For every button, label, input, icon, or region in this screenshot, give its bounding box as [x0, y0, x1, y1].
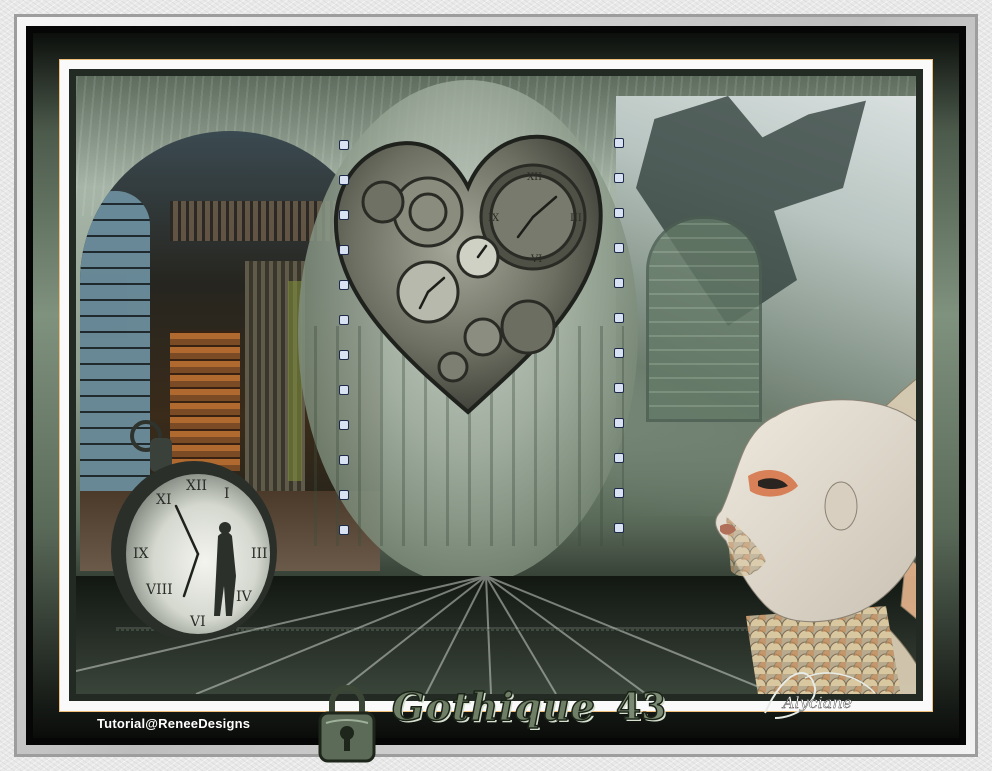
- svg-text:XI: XI: [156, 492, 172, 508]
- svg-text:I: I: [224, 486, 230, 502]
- scene: XII III VI IX XII III VI IX I XI VIII IV: [76, 76, 916, 694]
- credit-text: Tutorial@ReneeDesigns: [97, 716, 251, 731]
- svg-text:VI: VI: [189, 614, 206, 630]
- clockwork-heart: XII III VI IX: [333, 134, 603, 415]
- pearl-string-left: [339, 140, 349, 535]
- scaled-woman-portrait: [715, 378, 916, 694]
- svg-text:XII: XII: [186, 478, 207, 494]
- title-number: 43: [615, 685, 667, 729]
- svg-text:III: III: [251, 546, 268, 562]
- svg-text:VIII: VIII: [145, 582, 173, 598]
- title-word: Gothique: [391, 683, 596, 730]
- artist-signature: Alyciane: [764, 672, 876, 719]
- pocket-watch: XII III VI IX I XI VIII IV: [111, 420, 277, 641]
- svg-text:VI: VI: [530, 254, 542, 265]
- signature-text: Alyciane: [781, 693, 852, 712]
- svg-text:IX: IX: [133, 546, 149, 562]
- svg-text:XII: XII: [527, 172, 542, 183]
- svg-text:IX: IX: [488, 213, 500, 224]
- svg-text:III: III: [570, 213, 582, 224]
- padlock-icon: [318, 685, 376, 763]
- svg-text:IV: IV: [236, 589, 253, 605]
- pearl-string-right: [614, 138, 624, 533]
